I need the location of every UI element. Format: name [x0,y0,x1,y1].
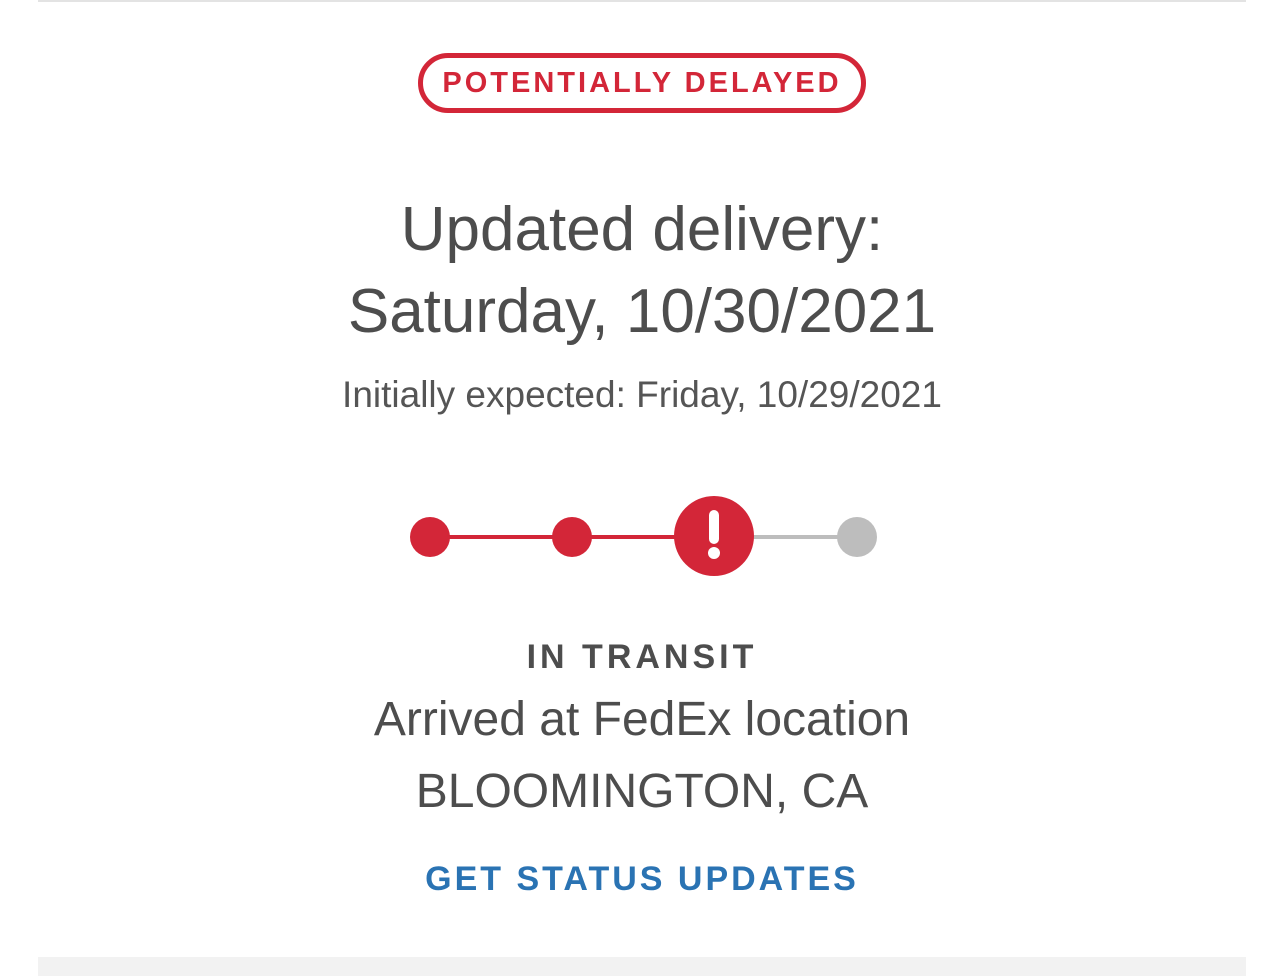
delivery-heading-label: Updated delivery: [400,195,884,264]
shipment-status-label: IN TRANSIT [526,638,758,676]
shipment-status-detail: Arrived at FedEx location [373,693,911,746]
shipment-location: BLOOMINGTON, CA [415,765,869,818]
progress-tracker [410,496,877,576]
delivery-date: Saturday, 10/30/2021 [347,277,937,346]
progress-step [410,517,450,557]
status-badge: POTENTIALLY DELAYED [418,53,866,113]
get-status-updates-button[interactable]: GET STATUS UPDATES [392,852,892,906]
tracking-status-card: POTENTIALLY DELAYED Updated delivery: Sa… [0,0,1284,976]
bottom-divider [38,957,1246,976]
initially-expected-date: Initially expected: Friday, 10/29/2021 [342,374,942,415]
top-divider [38,0,1246,2]
progress-step [837,517,877,557]
progress-step [552,517,592,557]
exclamation-icon [674,496,754,576]
